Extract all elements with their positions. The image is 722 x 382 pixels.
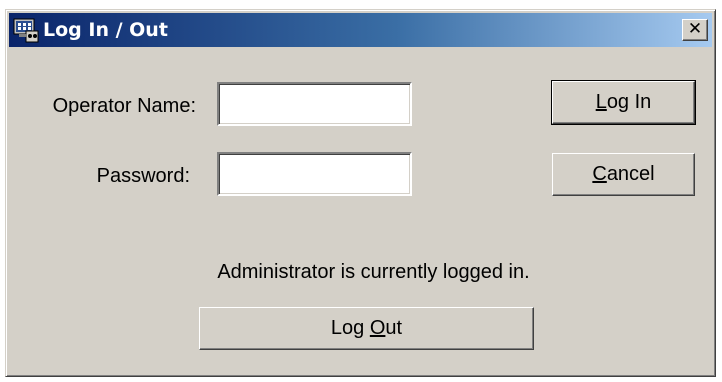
close-icon: ✕	[687, 19, 703, 39]
password-input[interactable]	[217, 152, 412, 196]
operator-name-label: Operator Name:	[52, 95, 196, 117]
log-in-label: Log In	[595, 91, 652, 113]
cancel-button[interactable]: Cancel	[552, 153, 695, 196]
password-label: Password:	[96, 165, 190, 187]
window-title: Log In / Out	[43, 19, 168, 41]
cancel-label: Cancel	[592, 163, 655, 185]
title-bar[interactable]: Log In / Out ✕	[9, 13, 712, 47]
log-in-button[interactable]: Log In	[551, 80, 696, 125]
log-out-label: Log Out	[330, 317, 403, 339]
terminal-users-icon	[13, 18, 39, 43]
login-dialog: Log In / Out ✕ Operator Name: Password: …	[5, 9, 716, 377]
close-button[interactable]: ✕	[682, 19, 708, 41]
log-out-button[interactable]: Log Out	[199, 307, 534, 350]
operator-name-input[interactable]	[217, 82, 412, 126]
status-message: Administrator is currently logged in.	[217, 261, 530, 283]
